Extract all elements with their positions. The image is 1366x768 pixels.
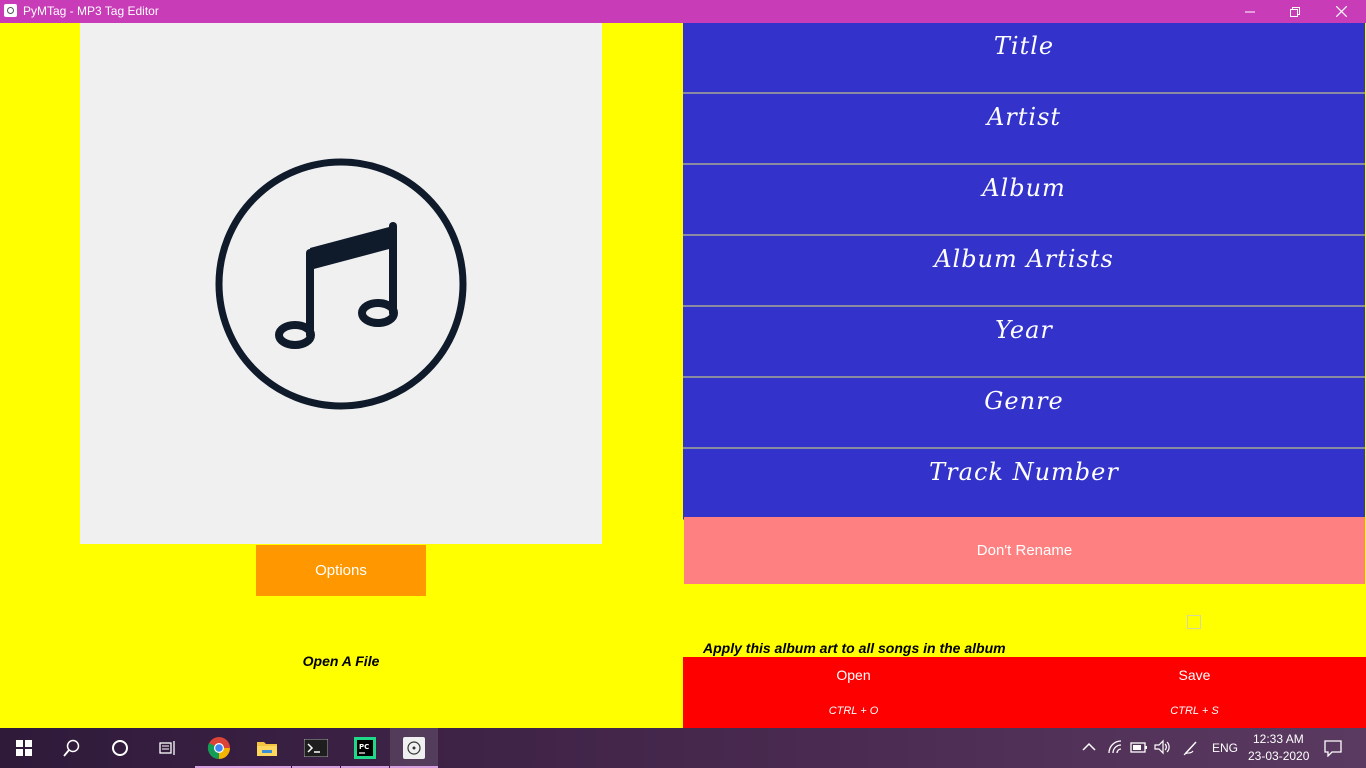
close-button[interactable] — [1318, 0, 1364, 23]
notifications-button[interactable] — [1324, 739, 1342, 762]
title-bar: PyMTag - MP3 Tag Editor — [0, 0, 1366, 23]
network-icon[interactable] — [1107, 739, 1125, 760]
app-icon — [4, 4, 17, 17]
folder-icon — [257, 742, 277, 756]
language-indicator[interactable]: ENG — [1212, 741, 1238, 755]
genre-field-label: Genre — [984, 387, 1064, 415]
save-button[interactable]: Save CTRL + S — [1024, 657, 1365, 728]
restore-button[interactable] — [1272, 0, 1318, 23]
taskbar: PC ENG 12:33 AM 23-03-2020 — [0, 728, 1366, 768]
track-number-field-label: Track Number — [929, 458, 1119, 486]
album-field-label: Album — [982, 174, 1066, 202]
album-art-panel[interactable] — [80, 23, 602, 544]
pycharm-icon: PC — [354, 737, 376, 759]
open-shortcut: CTRL + O — [828, 705, 879, 717]
clock-date[interactable]: 23-03-2020 — [1248, 749, 1309, 763]
terminal-taskbar-button[interactable] — [292, 728, 340, 768]
dont-rename-button[interactable]: Don't Rename — [684, 517, 1365, 584]
album-artists-field[interactable]: Album Artists — [683, 236, 1365, 307]
action-bar: Open CTRL + O Save CTRL + S — [683, 657, 1366, 728]
artist-field-label: Artist — [986, 103, 1062, 131]
open-button-label: Open — [836, 667, 871, 683]
pycharm-taskbar-button[interactable]: PC — [341, 728, 389, 768]
start-button[interactable] — [0, 728, 48, 768]
file-explorer-taskbar-button[interactable] — [243, 728, 291, 768]
windows-icon — [16, 740, 32, 756]
title-field[interactable]: Title — [683, 23, 1365, 94]
open-file-label[interactable]: Open A File — [0, 653, 682, 669]
window-title: PyMTag - MP3 Tag Editor — [23, 4, 159, 18]
tag-fields: Title Artist Album Album Artists Year Ge… — [683, 23, 1365, 520]
app-content: Options Open A File Title Artist Album A… — [0, 23, 1366, 728]
apply-album-art-label: Apply this album art to all songs in the… — [703, 640, 1006, 656]
restore-icon — [1290, 6, 1300, 17]
close-icon — [1335, 6, 1347, 17]
year-field-label: Year — [995, 316, 1053, 344]
terminal-icon — [304, 739, 328, 757]
cortana-button[interactable] — [96, 728, 144, 768]
minimize-icon — [1245, 11, 1255, 12]
chevron-up-icon — [1082, 742, 1096, 751]
task-view-icon — [159, 741, 175, 755]
show-hidden-icons-button[interactable] — [1082, 740, 1096, 759]
save-button-label: Save — [1178, 667, 1211, 683]
options-button[interactable]: Options — [256, 545, 426, 596]
battery-icon[interactable] — [1130, 740, 1148, 759]
cortana-icon — [112, 740, 128, 756]
title-field-label: Title — [993, 32, 1055, 60]
genre-field[interactable]: Genre — [683, 378, 1365, 449]
pymtag-app-icon — [403, 737, 425, 759]
album-artists-field-label: Album Artists — [934, 245, 1114, 273]
chrome-icon — [207, 737, 230, 759]
clock-time[interactable]: 12:33 AM — [1253, 732, 1304, 746]
chrome-taskbar-button[interactable] — [195, 728, 243, 768]
search-button[interactable] — [48, 728, 96, 768]
search-icon — [63, 739, 80, 757]
save-shortcut: CTRL + S — [1170, 705, 1219, 717]
apply-album-art-checkbox[interactable] — [1187, 615, 1201, 629]
track-number-field[interactable]: Track Number — [683, 449, 1365, 520]
album-field[interactable]: Album — [683, 165, 1365, 236]
notifications-icon — [1324, 740, 1342, 758]
volume-icon[interactable] — [1153, 739, 1171, 760]
pymtag-taskbar-button[interactable] — [390, 728, 438, 768]
minimize-button[interactable] — [1227, 0, 1273, 23]
artist-field[interactable]: Artist — [683, 94, 1365, 165]
svg-text:PC: PC — [359, 743, 369, 751]
task-view-button[interactable] — [144, 728, 192, 768]
open-button[interactable]: Open CTRL + O — [683, 657, 1024, 728]
music-note-icon — [215, 158, 467, 410]
pen-icon[interactable] — [1182, 739, 1200, 762]
year-field[interactable]: Year — [683, 307, 1365, 378]
